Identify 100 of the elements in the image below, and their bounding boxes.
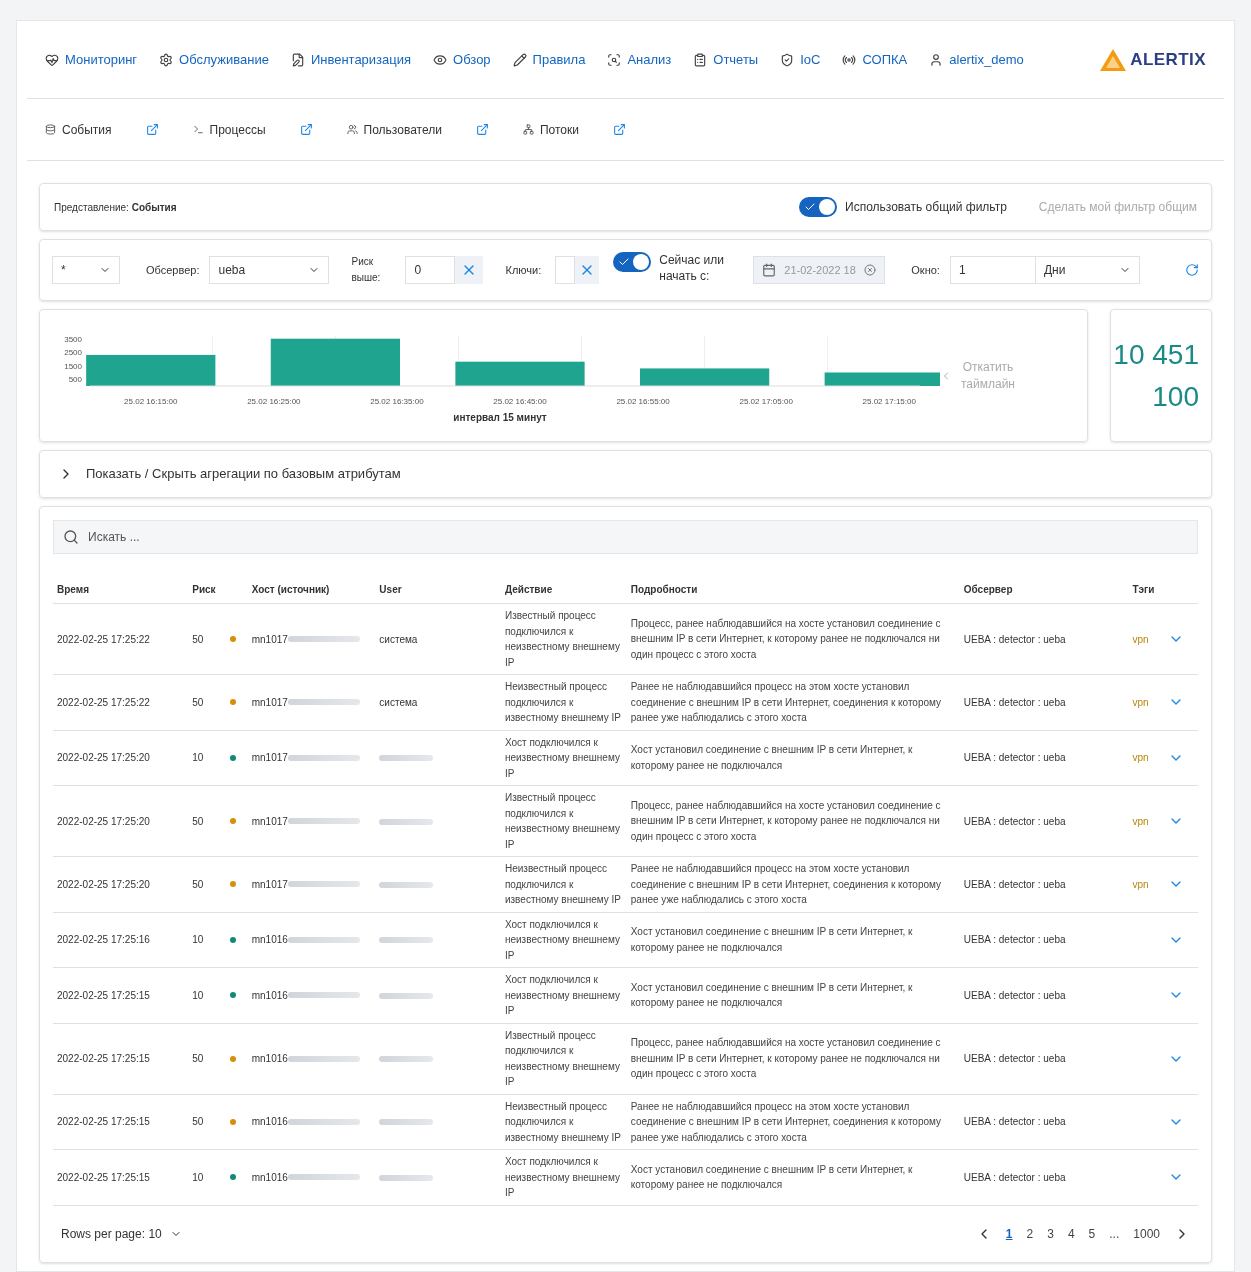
- scope-select[interactable]: *: [52, 256, 120, 284]
- external-link-icon[interactable]: [299, 123, 313, 136]
- toggle-switch[interactable]: [613, 252, 652, 272]
- column-header: Обсервер: [959, 576, 1129, 604]
- nav-link[interactable]: Анализ: [607, 49, 672, 70]
- keys-label: Ключи:: [505, 262, 542, 278]
- nav-link[interactable]: IoC: [780, 49, 821, 70]
- host-cell-text: mn1017: [251, 877, 288, 892]
- details-cell: Ранее не наблюдавшийся процесс на этом хосте установил соединение с внешним IP в сети Интернет, соединения к которому ранее уже наблюдались с этого хоста: [626, 1094, 960, 1150]
- rows-per-page-select[interactable]: Rows per page: 10: [61, 1224, 182, 1243]
- observer-select[interactable]: ueba: [209, 256, 330, 284]
- risk-cell: 50: [188, 1094, 230, 1150]
- details-cell: Ранее не наблюдавшийся процесс на этом хосте установил соединение с внешним IP в сети Интернет, соединения к которому ранее уже наблюдались с этого хоста: [626, 674, 960, 730]
- keys-input[interactable]: [555, 256, 576, 284]
- page-link[interactable]: 1000: [1133, 1224, 1160, 1243]
- sub-tab[interactable]: Процессы: [192, 120, 266, 139]
- clear-button[interactable]: [575, 256, 600, 284]
- observer-cell: UEBA : detector : ueba: [959, 1149, 1129, 1205]
- observer-cell: UEBA : detector : ueba: [959, 856, 1129, 912]
- window-input[interactable]: 1: [949, 256, 1036, 284]
- nav-link[interactable]: Отчеты: [693, 49, 759, 70]
- nav-link[interactable]: СОПКА: [842, 49, 908, 70]
- aggregations-toggle[interactable]: Показать / Скрыть агрегации по базовым атрибутам: [39, 450, 1212, 498]
- details-cell: Хост установил соединение с внешним IP в сети Интернет, к которому ранее не подключался: [626, 730, 960, 786]
- action-cell: Известный процесс подключился к неизвестному внешнему IP: [500, 1023, 627, 1094]
- nav-link[interactable]: Обзор: [433, 49, 491, 70]
- time-cell: 2022-02-25 17:25:22: [53, 674, 189, 730]
- external-link-icon[interactable]: [145, 123, 159, 136]
- column-header: Подробности: [626, 576, 960, 604]
- logo-icon: [1100, 48, 1127, 71]
- clear-button[interactable]: [455, 256, 484, 284]
- shared-filter-label: Использовать общий фильтр: [845, 199, 1007, 216]
- redacted-mark: [379, 992, 434, 999]
- details-cell: Процесс, ранее наблюдавшийся на хосте установил соединение с внешним IP в сети Интернет, к которому ранее не подключался ни один процесс с этого хоста: [626, 603, 960, 675]
- details-cell: Хост установил соединение с внешним IP в сети Интернет, к которому ранее не подключался: [626, 912, 960, 968]
- action-cell: Неизвестный процесс подключился к известному внешнему IP: [500, 674, 627, 730]
- observer-cell: UEBA : detector : ueba: [959, 912, 1129, 968]
- sub-tab[interactable]: События: [45, 120, 112, 139]
- user-cell: система: [379, 696, 418, 708]
- time-cell: 2022-02-25 17:25:15: [53, 1149, 189, 1205]
- page-link[interactable]: ...: [1109, 1224, 1120, 1243]
- host-cell-text: mn1016: [251, 933, 288, 948]
- risk-cell: 50: [188, 603, 230, 675]
- external-link-icon[interactable]: [612, 123, 626, 136]
- time-cell: 2022-02-25 17:25:15: [53, 1094, 189, 1150]
- x-tick-label: 25.02 16:35:00: [370, 396, 424, 406]
- now-label: Сейчас или начать с:: [659, 252, 725, 284]
- toggle-switch[interactable]: [799, 197, 838, 217]
- settings-icon: [159, 52, 174, 67]
- tag-label: vpn: [1132, 815, 1149, 827]
- action-cell: Хост подключился к неизвестному внешнему IP: [500, 1149, 627, 1205]
- external-link-icon[interactable]: [475, 123, 489, 136]
- risk-input[interactable]: 0: [405, 256, 456, 284]
- page-link[interactable]: 3: [1047, 1224, 1054, 1243]
- action-cell: Известный процесс подключился к неизвестному внешнему IP: [500, 603, 627, 675]
- window-unit-select[interactable]: Дни: [1035, 256, 1140, 284]
- redacted-mark: [379, 818, 434, 825]
- search-field[interactable]: Искать ...: [53, 520, 1198, 554]
- nav-link[interactable]: Правила: [512, 49, 586, 70]
- page-link[interactable]: 1: [1005, 1224, 1013, 1243]
- date-value: 21-02-2022 18: [784, 262, 856, 278]
- refresh-icon[interactable]: [1185, 263, 1199, 277]
- observer-cell: UEBA : detector : ueba: [959, 1094, 1129, 1150]
- risk-cell: 10: [188, 912, 230, 968]
- tag-label: vpn: [1132, 752, 1149, 764]
- risk-cell: 50: [188, 856, 230, 912]
- page-link[interactable]: 2: [1026, 1224, 1034, 1243]
- details-cell: Хост установил соединение с внешним IP в сети Интернет, к которому ранее не подключался: [626, 967, 960, 1023]
- nav-link[interactable]: Мониторинг: [45, 49, 138, 70]
- host-cell-text: mn1016: [251, 1115, 288, 1130]
- redacted-mark: [379, 881, 434, 888]
- nav-link[interactable]: Обслуживание: [159, 49, 269, 70]
- y-tick-label: 500: [68, 374, 82, 384]
- action-cell: Хост подключился к неизвестному внешнему IP: [500, 967, 627, 1023]
- user-cell: система: [379, 633, 418, 645]
- observer-cell: UEBA : detector : ueba: [959, 1023, 1129, 1094]
- host-cell-text: mn1016: [251, 1170, 288, 1185]
- page-link[interactable]: 5: [1088, 1224, 1096, 1243]
- x-tick-label: 25.02 16:25:00: [247, 396, 301, 406]
- sub-tab[interactable]: Пользователи: [346, 120, 442, 139]
- observer-label: Обсервер:: [146, 262, 200, 278]
- time-cell: 2022-02-25 17:25:15: [53, 967, 189, 1023]
- nav-link[interactable]: Инвентаризация: [290, 49, 412, 70]
- redacted-mark: [379, 1056, 434, 1062]
- column-header: Время: [53, 576, 189, 604]
- host-cell-text: mn1017: [251, 814, 288, 829]
- clipboard-icon: [693, 52, 708, 67]
- risk-cell: 10: [188, 730, 230, 786]
- redacted-mark: [379, 937, 434, 944]
- radio-signal-icon: [842, 52, 857, 67]
- risk-cell: 10: [188, 967, 230, 1023]
- time-cell: 2022-02-25 17:25:20: [53, 856, 189, 912]
- page-link[interactable]: 4: [1067, 1224, 1075, 1243]
- pencil-icon: [512, 52, 527, 67]
- sub-tab[interactable]: Потоки: [522, 120, 579, 139]
- nav-link[interactable]: alertix_demo: [929, 49, 1024, 70]
- calendar-icon: [762, 263, 777, 277]
- redacted-mark: [379, 1174, 434, 1181]
- x-axis-label: интервал 15 минут: [453, 411, 547, 423]
- observer-cell: UEBA : detector : ueba: [959, 674, 1129, 730]
